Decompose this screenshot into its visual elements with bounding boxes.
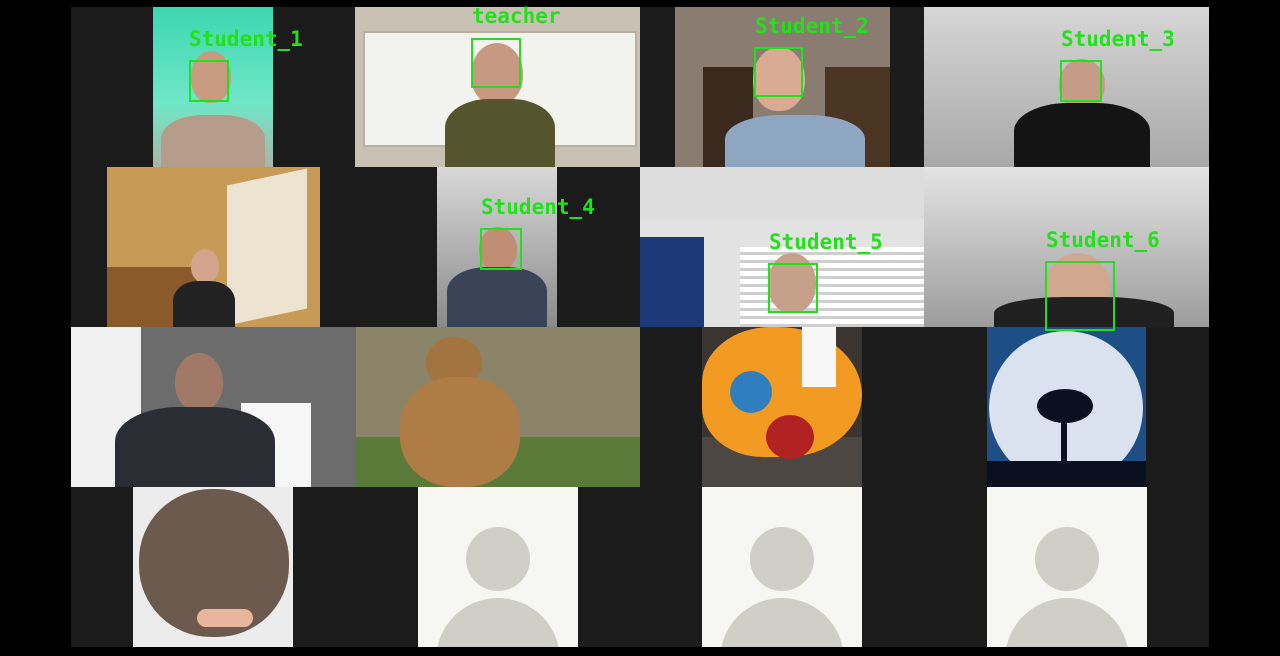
default-avatar-icon <box>750 527 814 591</box>
avatar-tile[interactable] <box>702 487 862 647</box>
video-tile-participant[interactable] <box>107 167 320 327</box>
clownfish-plush-image <box>702 327 862 487</box>
face-detection-box <box>754 47 803 97</box>
video-tile-participant[interactable] <box>71 327 356 487</box>
default-avatar-icon <box>1035 527 1099 591</box>
seal-image <box>133 487 293 647</box>
face-label: Student_4 <box>481 195 595 219</box>
face-detection-box <box>471 38 521 88</box>
default-avatar-body <box>1005 598 1129 647</box>
default-avatar-icon <box>466 527 530 591</box>
face-detection-box <box>1060 60 1102 102</box>
face-detection-box <box>480 228 522 270</box>
moon-tree-image <box>987 327 1146 487</box>
avatar-tile[interactable] <box>987 487 1147 647</box>
bear-image <box>356 327 640 487</box>
face-label: Student_3 <box>1061 27 1175 51</box>
face-label: Student_6 <box>1046 228 1160 252</box>
face-label: Student_5 <box>769 230 883 254</box>
face-label: Student_1 <box>189 27 303 51</box>
face-label: teacher <box>472 4 561 28</box>
face-detection-box <box>768 263 818 313</box>
face-label: Student_2 <box>755 14 869 38</box>
face-detection-box <box>1045 261 1115 331</box>
face-detection-box <box>189 60 229 102</box>
default-avatar-body <box>720 598 844 647</box>
default-avatar-body <box>436 598 560 647</box>
avatar-tile[interactable] <box>418 487 578 647</box>
gallery-grid: Student_1 teacher Student_2 Student_3 St… <box>71 4 1209 647</box>
